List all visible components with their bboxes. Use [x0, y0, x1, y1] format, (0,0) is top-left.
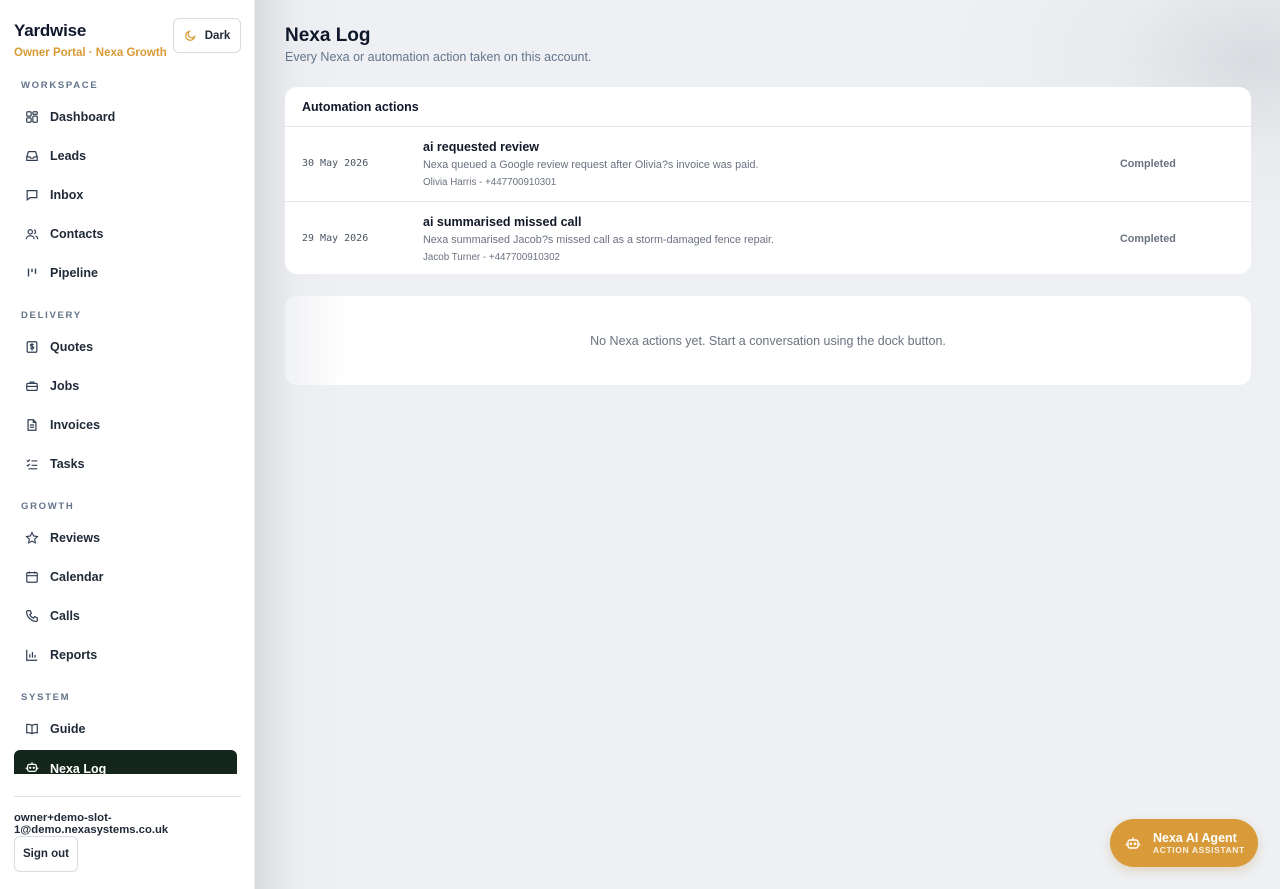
action-title: ai requested review: [423, 140, 540, 154]
sidebar-item-nexa-log[interactable]: Nexa Log: [14, 750, 237, 776]
sidebar-item-label: Contacts: [50, 226, 104, 241]
phone-icon: [25, 609, 38, 622]
sidebar-item-label: Inbox: [50, 187, 84, 202]
sidebar-item-calendar[interactable]: Calendar: [14, 561, 237, 592]
sidebar-item-calls[interactable]: Calls: [14, 600, 237, 631]
action-title: ai summarised missed call: [423, 215, 582, 229]
book-icon: [26, 723, 38, 735]
sidebar-item-contacts[interactable]: Contacts: [14, 218, 237, 249]
brand-name: Yardwise: [14, 21, 87, 40]
sidebar-item-label: Calendar: [50, 569, 104, 584]
sign-out-button[interactable]: Sign out: [14, 836, 78, 872]
sidebar-item-reviews[interactable]: Reviews: [14, 522, 237, 553]
bot-icon: [1125, 837, 1141, 849]
sidebar-item-label: Reviews: [50, 530, 101, 545]
sidebar-item-guide[interactable]: Guide: [14, 713, 237, 744]
sidebar-item-label: Reports: [50, 647, 98, 662]
table-row: 30 May 2026 ai requested review Nexa que…: [285, 127, 1251, 202]
sidebar-item-label: Jobs: [50, 378, 80, 393]
sidebar-divider: [14, 796, 241, 797]
bar-chart-icon: [26, 649, 38, 661]
action-date: 29 May 2026: [302, 233, 369, 244]
section-label-workspace: WORKSPACE: [21, 80, 99, 91]
briefcase-icon: [26, 380, 38, 391]
sidebar-item-label: Dashboard: [50, 109, 116, 124]
chat-bubble-icon: [26, 189, 38, 201]
status-badge: Completed: [1120, 158, 1176, 170]
moon-icon: [184, 30, 196, 41]
sidebar-item-leads[interactable]: Leads: [14, 140, 237, 171]
empty-state-card: No Nexa actions yet. Start a conversatio…: [285, 296, 1251, 385]
section-label-system: SYSTEM: [21, 692, 71, 703]
automation-actions-card: Automation actions 30 May 2026 ai reques…: [285, 87, 1251, 274]
action-contact: Jacob Turner - +447700910302: [423, 252, 560, 263]
users-icon: [25, 228, 39, 239]
sidebar: Yardwise Owner Portal · Nexa Growth Dark…: [0, 0, 255, 889]
empty-state-message: No Nexa actions yet. Start a conversatio…: [590, 333, 946, 348]
sidebar-item-tasks[interactable]: Tasks: [14, 448, 237, 479]
sidebar-item-reports[interactable]: Reports: [14, 639, 237, 670]
dollar-doc-icon: [26, 340, 38, 353]
inbox-tray-icon: [26, 150, 38, 161]
pipeline-icon: [27, 268, 37, 276]
agent-dock-text: Nexa AI Agent ACTION ASSISTANT: [1153, 831, 1245, 856]
status-badge: Completed: [1120, 233, 1176, 245]
sidebar-item-invoices[interactable]: Invoices: [14, 409, 237, 440]
main-content: Nexa Log Every Nexa or automation action…: [255, 0, 1280, 889]
action-description: Nexa queued a Google review request afte…: [423, 159, 759, 171]
brand: Yardwise Owner Portal · Nexa Growth: [14, 21, 167, 59]
sidebar-item-dashboard[interactable]: Dashboard: [14, 101, 237, 132]
sidebar-item-label: Nexa Log: [50, 762, 107, 776]
sidebar-item-label: Quotes: [50, 339, 94, 354]
sidebar-item-jobs[interactable]: Jobs: [14, 370, 237, 401]
calendar-icon: [26, 571, 38, 583]
card-title: Automation actions: [285, 87, 1251, 127]
section-label-delivery: DELIVERY: [21, 310, 82, 321]
section-label-growth: GROWTH: [21, 501, 75, 512]
brand-subtitle: Owner Portal · Nexa Growth: [14, 47, 167, 59]
sidebar-item-label: Pipeline: [50, 265, 98, 280]
agent-dock-title: Nexa AI Agent: [1153, 830, 1237, 845]
sidebar-item-quotes[interactable]: Quotes: [14, 331, 237, 362]
sidebar-item-label: Calls: [50, 608, 80, 623]
sidebar-item-inbox[interactable]: Inbox: [14, 179, 237, 210]
sidebar-item-label: Tasks: [50, 456, 85, 471]
action-description: Nexa summarised Jacob?s missed call as a…: [423, 234, 775, 246]
bot-icon: [25, 762, 39, 772]
sidebar-item-label: Guide: [50, 721, 86, 736]
sidebar-item-label: Leads: [50, 148, 87, 163]
star-icon: [25, 530, 39, 544]
document-icon: [27, 418, 37, 431]
table-row: 29 May 2026 ai summarised missed call Ne…: [285, 202, 1251, 277]
user-email: owner+demo-slot-1@demo.nexasystems.co.uk: [14, 812, 169, 836]
action-date: 30 May 2026: [302, 158, 369, 169]
dark-mode-toggle-button[interactable]: Dark: [173, 18, 241, 53]
action-contact: Olivia Harris - +447700910301: [423, 177, 557, 188]
sidebar-item-pipeline[interactable]: Pipeline: [14, 257, 237, 288]
grid-icon: [26, 110, 38, 123]
agent-dock-subtitle: ACTION ASSISTANT: [1153, 844, 1245, 855]
sidebar-item-label: Invoices: [50, 417, 101, 432]
checklist-icon: [26, 458, 38, 469]
nexa-ai-agent-dock-button[interactable]: Nexa AI Agent ACTION ASSISTANT: [1110, 819, 1258, 867]
dark-mode-toggle-label: Dark: [204, 29, 231, 42]
page-subtitle: Every Nexa or automation action taken on…: [285, 50, 592, 64]
page-title: Nexa Log: [285, 25, 371, 46]
